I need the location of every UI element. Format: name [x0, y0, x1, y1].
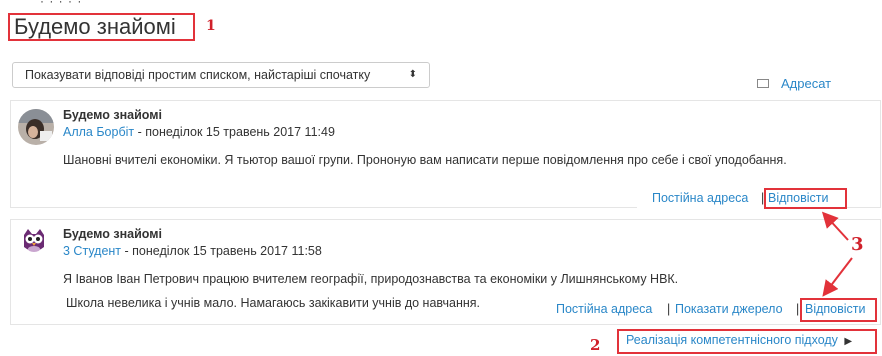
annotation-arrows — [821, 211, 853, 297]
arrow-to-second-reply — [822, 257, 853, 297]
arrow-to-first-reply — [821, 211, 849, 241]
